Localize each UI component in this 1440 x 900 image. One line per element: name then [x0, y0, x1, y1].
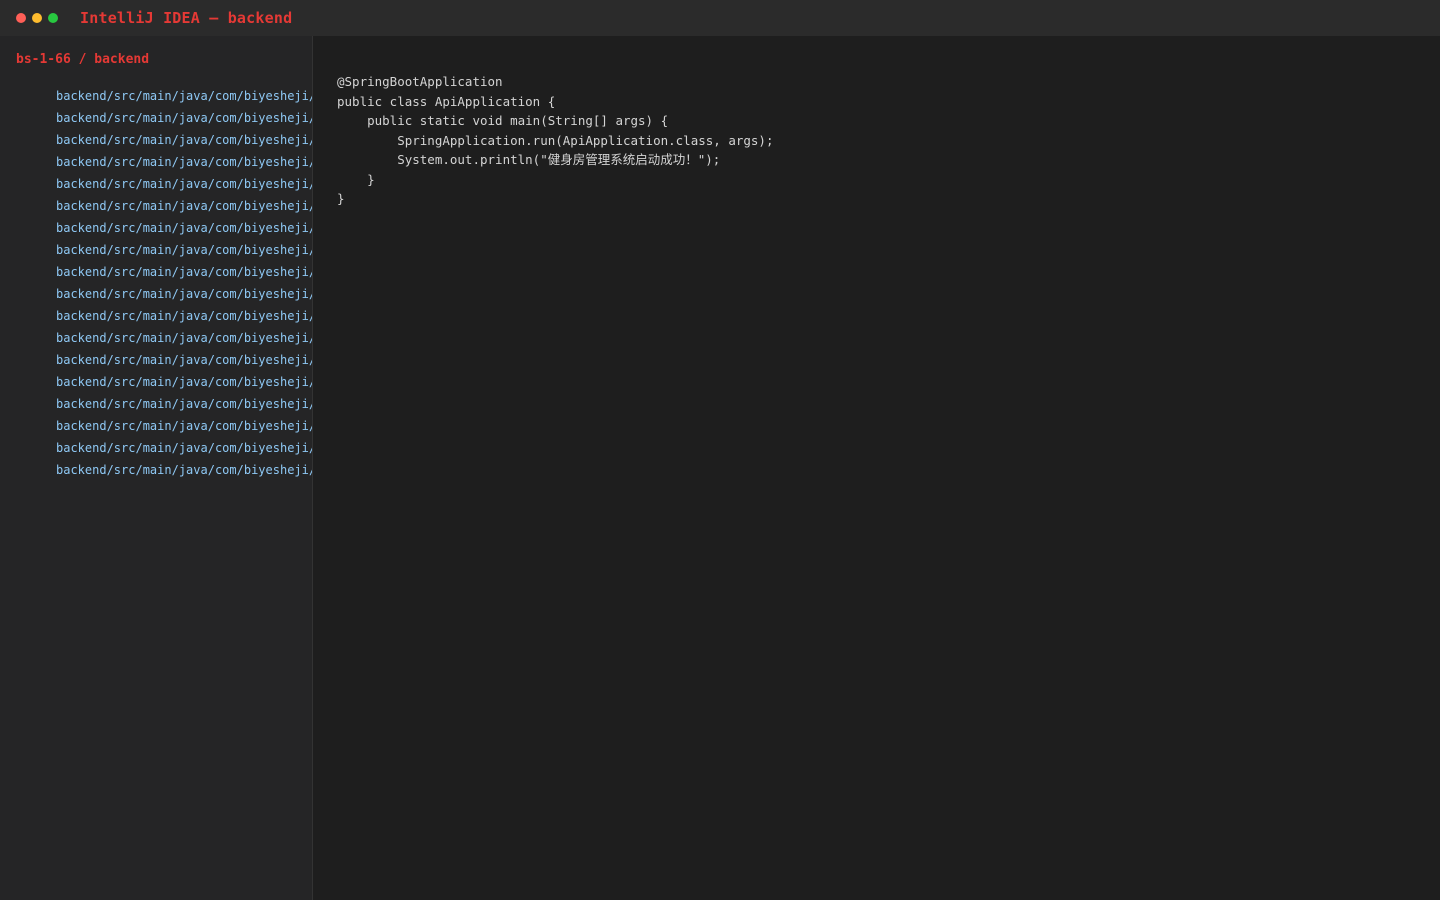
file-list-item[interactable]: backend/src/main/java/com/biyesheji/: [56, 217, 312, 239]
file-list-item[interactable]: backend/src/main/java/com/biyesheji/: [56, 173, 312, 195]
code-content: @SpringBootApplication public class ApiAp…: [337, 72, 774, 209]
close-dot-icon[interactable]: [16, 13, 26, 23]
file-list-item[interactable]: backend/src/main/java/com/biyesheji/: [56, 195, 312, 217]
code-line: SpringApplication.run(ApiApplication.cla…: [337, 132, 774, 148]
project-sidebar: bs-1-66 / backend backend/src/main/java/…: [0, 36, 313, 900]
file-list-item[interactable]: backend/src/main/java/com/biyesheji/: [56, 239, 312, 261]
file-list-item[interactable]: backend/src/main/java/com/biyesheji/: [56, 85, 312, 107]
file-list-item[interactable]: backend/src/main/java/com/biyesheji/: [56, 393, 312, 415]
file-list-item[interactable]: backend/src/main/java/com/biyesheji/: [56, 437, 312, 459]
file-list: backend/src/main/java/com/biyesheji/back…: [56, 85, 312, 481]
breadcrumb: bs-1-66 / backend: [16, 52, 150, 67]
file-list-item[interactable]: backend/src/main/java/com/biyesheji/: [56, 261, 312, 283]
window-title: IntelliJ IDEA — backend: [80, 9, 293, 27]
file-list-item[interactable]: backend/src/main/java/com/biyesheji/: [56, 327, 312, 349]
file-list-item[interactable]: backend/src/main/java/com/biyesheji/: [56, 305, 312, 327]
window-controls: [16, 13, 64, 23]
code-line: @SpringBootApplication: [337, 74, 503, 89]
minimize-dot-icon[interactable]: [32, 13, 42, 23]
code-line: public static void main(String[] args) {: [337, 113, 669, 128]
file-list-item[interactable]: backend/src/main/java/com/biyesheji/: [56, 151, 312, 173]
file-list-item[interactable]: backend/src/main/java/com/biyesheji/: [56, 371, 312, 393]
file-list-item[interactable]: backend/src/main/java/com/biyesheji/: [56, 129, 312, 151]
code-editor[interactable]: @SpringBootApplication public class ApiAp…: [313, 36, 1440, 900]
code-line: public class ApiApplication {: [337, 93, 556, 109]
file-list-item[interactable]: backend/src/main/java/com/biyesheji/: [56, 459, 312, 481]
file-list-item[interactable]: backend/src/main/java/com/biyesheji/: [56, 283, 312, 305]
code-line: }: [337, 171, 375, 187]
title-bar: IntelliJ IDEA — backend: [0, 0, 1440, 36]
file-list-item[interactable]: backend/src/main/java/com/biyesheji/: [56, 107, 312, 129]
code-line: System.out.println("健身房管理系统启动成功！");: [337, 152, 721, 167]
maximize-dot-icon[interactable]: [48, 13, 58, 23]
ide-window: IntelliJ IDEA — backend bs-1-66 / backen…: [0, 0, 1440, 900]
file-list-item[interactable]: backend/src/main/java/com/biyesheji/: [56, 349, 312, 371]
file-list-item[interactable]: backend/src/main/java/com/biyesheji/: [56, 415, 312, 437]
code-line: }: [337, 191, 345, 206]
